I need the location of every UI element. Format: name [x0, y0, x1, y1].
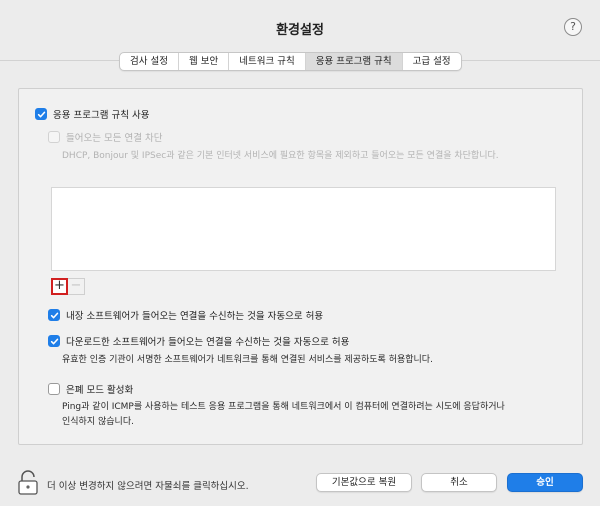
block-all-incoming-description: DHCP, Bonjour 및 IPSec과 같은 기본 인터넷 서비스에 필요…	[62, 151, 499, 161]
allow-builtin-row[interactable]: 내장 소프트웨어가 들어오는 연결을 수신하는 것을 자동으로 허용	[48, 308, 323, 322]
add-application-button[interactable]: +	[51, 278, 68, 295]
stealth-mode-description-line1: Ping과 같이 ICMP를 사용하는 테스트 응용 프로그램을 통해 네트워크…	[62, 402, 505, 412]
checkmark-icon	[37, 111, 45, 117]
use-app-rules-label: 응용 프로그램 규칙 사용	[53, 110, 150, 121]
window-title: 환경설정	[276, 23, 324, 38]
preferences-window: 환경설정 ? 검사 설정 웹 보안 네트워크 규칙 응용 프로그램 규칙 고급 …	[0, 0, 600, 506]
checkmark-icon	[50, 312, 58, 318]
allow-downloaded-checkbox[interactable]	[48, 335, 60, 347]
use-app-rules-checkbox[interactable]	[35, 108, 47, 120]
tab-web-security[interactable]: 웹 보안	[179, 53, 230, 70]
lock-icon[interactable]	[16, 470, 40, 496]
checkmark-icon	[50, 338, 58, 344]
allow-builtin-checkbox[interactable]	[48, 309, 60, 321]
help-button[interactable]: ?	[564, 18, 582, 36]
tab-bar: 검사 설정 웹 보안 네트워크 규칙 응용 프로그램 규칙 고급 설정	[119, 52, 462, 71]
stealth-mode-checkbox[interactable]	[48, 383, 60, 395]
restore-defaults-button[interactable]: 기본값으로 복원	[316, 473, 412, 492]
allow-downloaded-description: 유효한 인증 기관이 서명한 소프트웨어가 네트워크를 통해 연결된 서비스를 …	[62, 355, 433, 365]
cancel-button[interactable]: 취소	[421, 473, 497, 492]
ok-button[interactable]: 승인	[507, 473, 583, 492]
block-all-incoming-checkbox	[48, 131, 60, 143]
remove-application-button[interactable]: −	[68, 278, 85, 295]
application-list[interactable]	[51, 187, 556, 271]
block-all-incoming-row: 들어오는 모든 연결 차단	[48, 130, 162, 144]
stealth-mode-description-line2: 인식하지 않습니다.	[62, 417, 134, 427]
allow-downloaded-label: 다운로드한 소프트웨어가 들어오는 연결을 수신하는 것을 자동으로 허용	[66, 337, 350, 348]
allow-builtin-label: 내장 소프트웨어가 들어오는 연결을 수신하는 것을 자동으로 허용	[66, 311, 324, 322]
allow-downloaded-row[interactable]: 다운로드한 소프트웨어가 들어오는 연결을 수신하는 것을 자동으로 허용	[48, 334, 349, 348]
stealth-mode-row[interactable]: 은폐 모드 활성화	[48, 382, 133, 396]
tab-application-rules[interactable]: 응용 프로그램 규칙	[305, 53, 403, 70]
tab-scan-settings[interactable]: 검사 설정	[120, 53, 179, 70]
tab-network-rules[interactable]: 네트워크 규칙	[229, 53, 306, 70]
use-app-rules-row[interactable]: 응용 프로그램 규칙 사용	[35, 107, 149, 121]
tab-advanced-settings[interactable]: 고급 설정	[403, 53, 461, 70]
list-edit-buttons: + −	[51, 278, 85, 295]
block-all-incoming-label: 들어오는 모든 연결 차단	[66, 133, 163, 144]
lock-hint-text: 더 이상 변경하지 않으려면 자물쇠를 클릭하십시오.	[47, 481, 249, 492]
stealth-mode-label: 은폐 모드 활성화	[66, 385, 134, 396]
